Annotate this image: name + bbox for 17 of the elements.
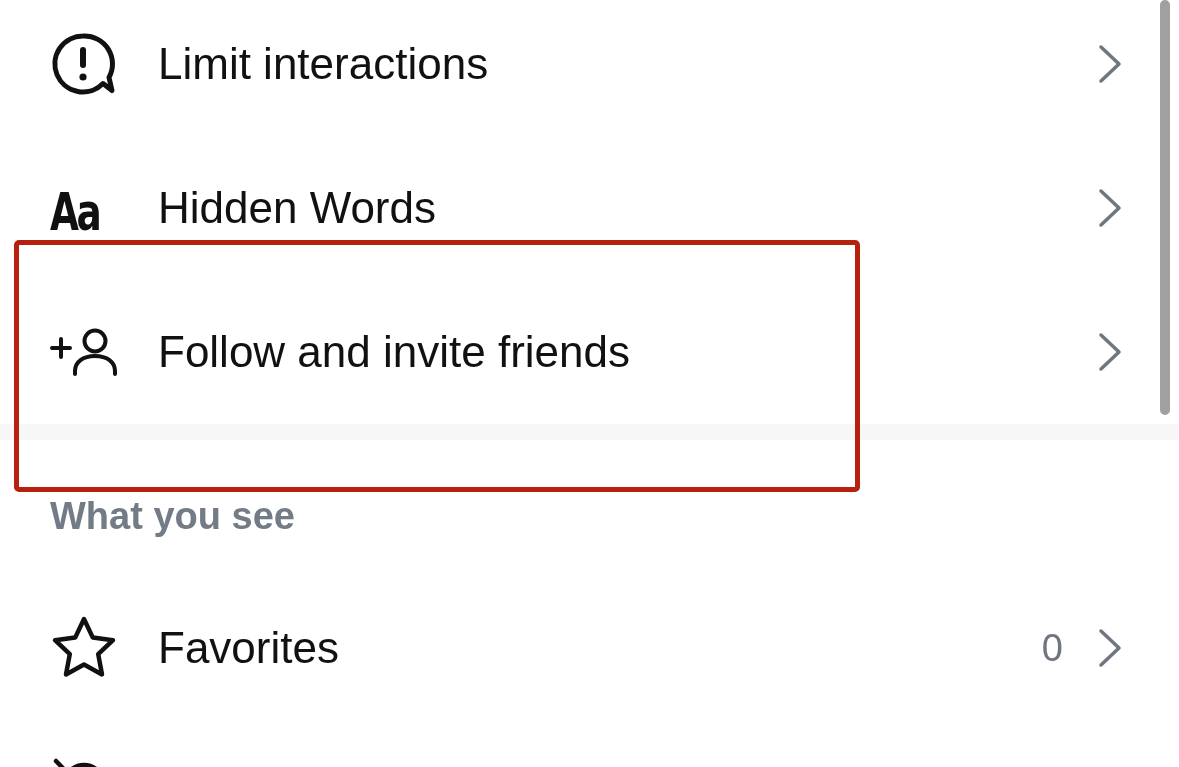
section-header: What you see bbox=[49, 494, 296, 539]
settings-row[interactable]: Favorites 0 bbox=[0, 576, 1179, 720]
row-label: Follow and invite friends bbox=[158, 327, 630, 377]
row-label: Hidden Words bbox=[158, 183, 436, 233]
row-label: Favorites bbox=[158, 623, 339, 673]
settings-row[interactable]: Follow and invite friends bbox=[0, 280, 1179, 424]
settings-row[interactable]: Limit interactions bbox=[0, 0, 1179, 136]
chevron-right-icon bbox=[1097, 332, 1123, 372]
add-person-icon bbox=[50, 327, 118, 377]
chevron-right-icon bbox=[1097, 188, 1123, 228]
chevron-right-icon bbox=[1097, 44, 1123, 84]
settings-row[interactable]: Aa Hidden Words bbox=[0, 136, 1179, 280]
chevron-right-icon bbox=[1097, 628, 1123, 668]
row-label: Limit interactions bbox=[158, 39, 489, 89]
item-count: 0 bbox=[1041, 626, 1063, 670]
alert-bubble-icon bbox=[50, 31, 116, 97]
text-size-icon: Aa bbox=[50, 186, 100, 238]
